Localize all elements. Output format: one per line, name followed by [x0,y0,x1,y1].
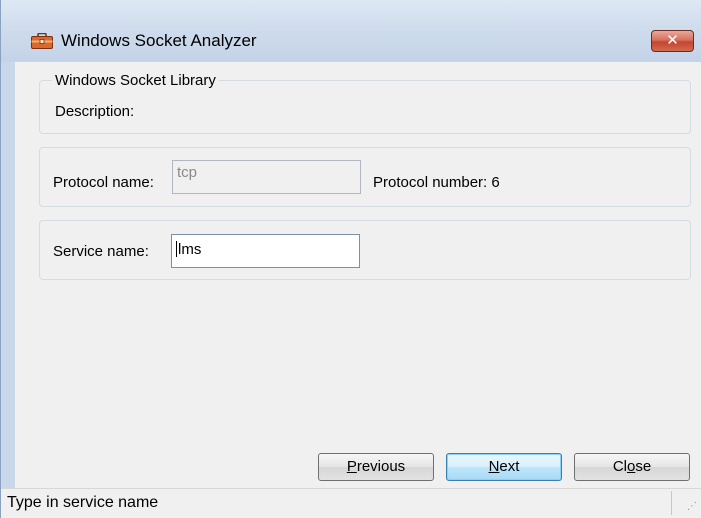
status-separator [671,491,672,515]
text-caret [176,241,177,257]
window-title: Windows Socket Analyzer [61,31,257,50]
close-icon: ✕ [666,32,679,49]
description-label: Description: [55,103,135,120]
previous-button[interactable]: Previous [318,453,434,481]
window-frame-edge [1,62,15,488]
status-bar: Type in service name ⋰ [1,488,701,518]
previous-label: revious [356,458,406,475]
toolbox-icon [31,32,53,49]
resize-grip-icon[interactable]: ⋰ [687,501,697,512]
close-button[interactable]: Close [574,453,690,481]
close-label-end: se [635,458,652,475]
status-text: Type in service name [7,494,159,511]
next-label: ext [499,458,520,475]
title-bar[interactable]: Windows Socket Analyzer ✕ [1,0,701,62]
next-accelerator: N [488,458,500,475]
dialog-client-area: Windows Socket Library Description: Prot… [15,62,701,488]
close-label-start: Cl [612,458,627,475]
library-group-title: Windows Socket Library [52,72,219,89]
service-name-value: lms [178,241,202,258]
protocol-name-value: tcp [177,164,198,181]
app-window: Windows Socket Analyzer ✕ Windows Socket… [0,0,701,518]
next-button[interactable]: Next [446,453,562,481]
protocol-name-label: Protocol name: [53,174,154,191]
service-name-label: Service name: [53,243,149,260]
window-close-button[interactable]: ✕ [651,30,694,52]
previous-accelerator: P [346,458,357,475]
protocol-number-label: Protocol number: 6 [373,174,500,191]
protocol-name-field: tcp [172,160,361,194]
service-name-input[interactable]: lms [171,234,360,268]
